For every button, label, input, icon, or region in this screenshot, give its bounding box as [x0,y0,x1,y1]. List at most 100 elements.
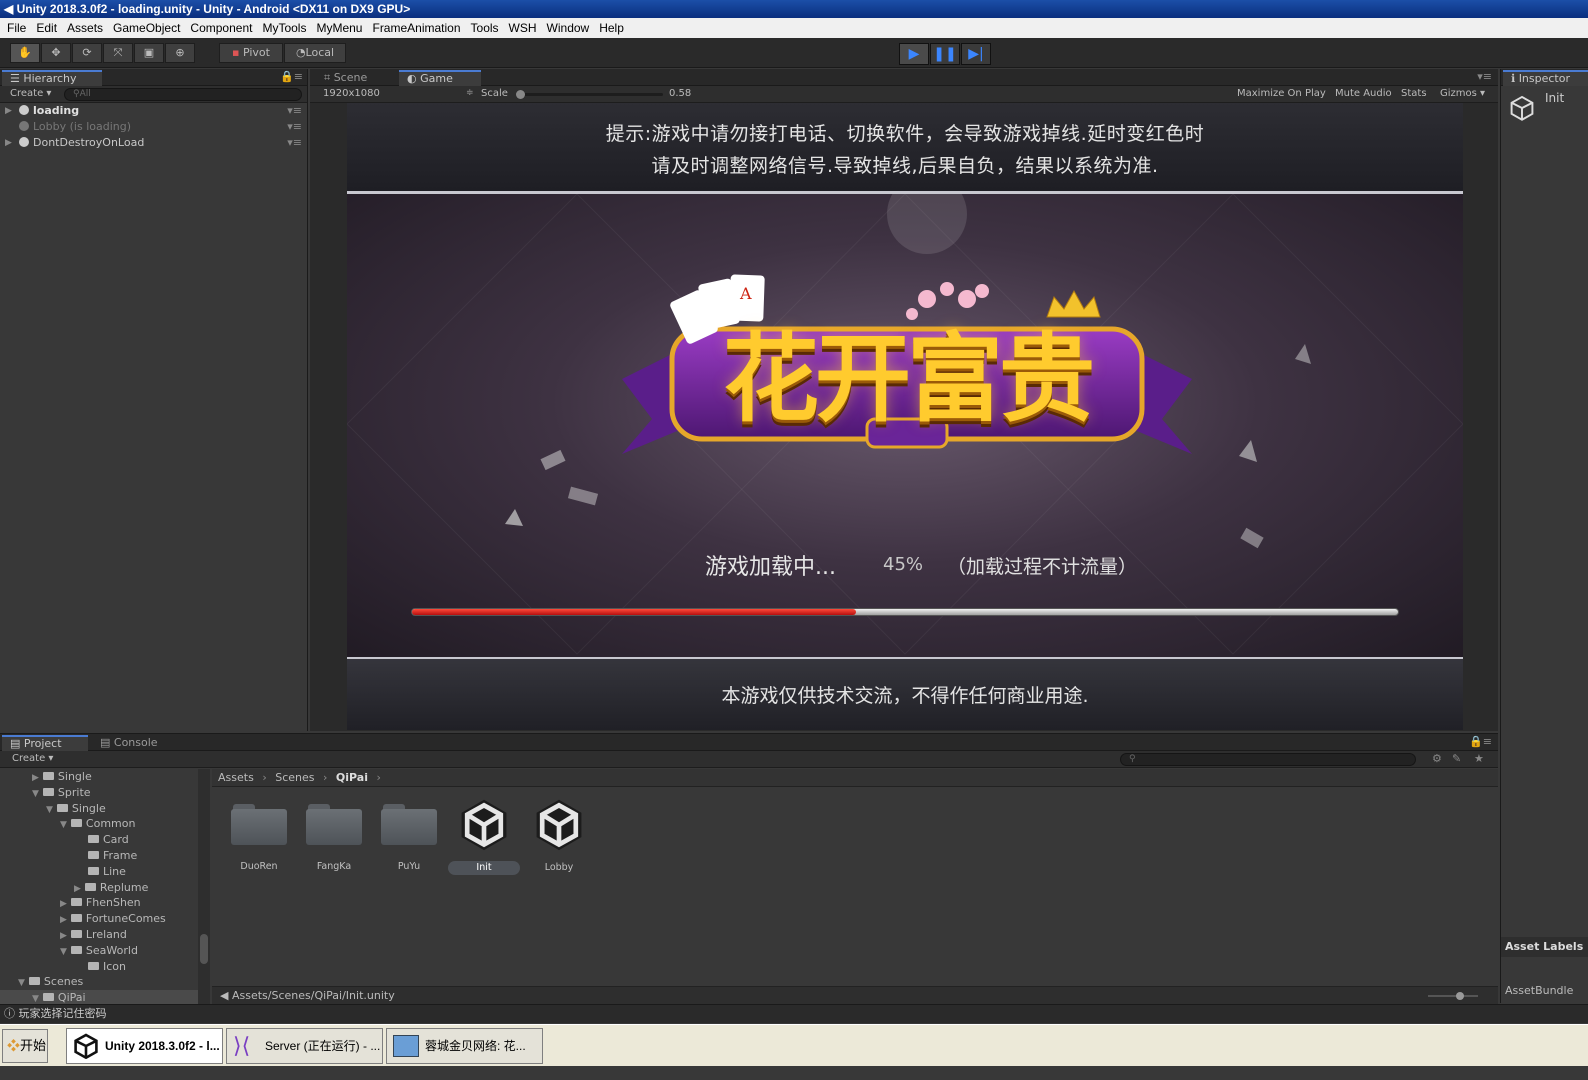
mute-audio-button[interactable]: Mute Audio [1335,88,1392,99]
tab-console[interactable]: ▤ Console [92,735,172,751]
tree-item-lreland[interactable]: ▶ Lreland [60,927,127,943]
move-tool-icon[interactable]: ✥ [41,43,71,63]
play-button[interactable]: ▶ [899,43,929,65]
tab-game[interactable]: ◐ Game [399,70,481,86]
local-toggle[interactable]: ◔Local [284,43,346,63]
tab-project[interactable]: ▤ Project [2,735,88,751]
menu-mymenu[interactable]: MyMenu [311,18,367,38]
status-bar[interactable]: ⓘ 玩家选择记住密码 [0,1004,1588,1023]
scale-slider[interactable] [516,90,663,99]
menu-window[interactable]: Window [542,18,595,38]
tree-item-card[interactable]: Card [88,832,129,848]
breadcrumb-assets[interactable]: Assets [218,771,254,784]
breadcrumb-scenes[interactable]: Scenes [275,771,314,784]
hierarchy-item-dontdestroyonload[interactable]: ▶ DontDestroyOnLoad ▾≡ [0,135,308,151]
icon-size-slider[interactable] [1428,992,1478,1000]
pause-button[interactable]: ❚❚ [930,43,960,65]
tree-item-single-2[interactable]: ▼ Single [46,801,106,817]
tree-scrollbar[interactable] [198,769,210,1004]
tree-item-seaworld[interactable]: ▼ SeaWorld [60,943,138,959]
tree-item-fortunecomes[interactable]: ▶ FortuneComes [60,911,166,927]
footer-text: 本游戏仅供技术交流，不得作任何商业用途. [721,685,1089,707]
start-button[interactable]: ❖开始 [2,1029,48,1063]
menu-frameanimation[interactable]: FrameAnimation [367,18,465,38]
menu-assets[interactable]: Assets [62,18,108,38]
loading-progress-fill [412,609,856,615]
resolution-arrow-icon[interactable]: ≑ [466,88,474,98]
menu-help[interactable]: Help [594,18,629,38]
scale-tool-icon[interactable]: ⤧ [103,43,133,63]
hierarchy-panel: ☰ Hierarchy 🔒≡ Create ▾ ⚲All ▶ loading ▾… [0,69,308,731]
menu-file[interactable]: File [2,18,31,38]
menu-mytools[interactable]: MyTools [257,18,311,38]
expand-arrow-icon[interactable]: ▶ [5,135,12,151]
hierarchy-item-lobby[interactable]: Lobby (is loading) ▾≡ [0,119,308,135]
filter-type-icon[interactable]: ⚙ [1432,752,1442,765]
hierarchy-search-input[interactable]: ⚲All [64,88,302,101]
hierarchy-item-loading[interactable]: ▶ loading ▾≡ [0,103,308,119]
panel-menu-icon[interactable]: ▾≡ [1477,70,1492,83]
tab-scene[interactable]: ⌗ Scene [316,70,394,86]
tree-item-frame[interactable]: Frame [88,848,137,864]
tab-inspector[interactable]: ℹ Inspector [1503,70,1588,86]
tree-item-scenes[interactable]: ▼ Scenes [18,974,83,990]
resolution-dropdown[interactable]: 1920x1080 [323,88,380,99]
asset-folder-duoren[interactable]: DuoRen [224,800,294,874]
maximize-on-play-button[interactable]: Maximize On Play [1237,88,1326,99]
project-header: ▤ Project ▤ Console 🔒≡ [0,734,1498,751]
loading-progress-bar [411,608,1399,616]
transform-tool-icon[interactable]: ⊕ [165,43,195,63]
gizmos-dropdown[interactable]: Gizmos ▾ [1440,88,1485,99]
scale-slider-thumb[interactable] [516,90,525,99]
expand-arrow-icon[interactable]: ▶ [5,103,12,119]
tree-item-icon[interactable]: Icon [88,959,126,975]
taskbar-item-visual-studio[interactable]: ⟩⟨ Server (正在运行) - ... [226,1028,383,1064]
panel-menu-icon[interactable]: 🔒≡ [280,70,303,83]
rect-tool-icon[interactable]: ▣ [134,43,164,63]
project-search-input[interactable]: ⚲ [1120,753,1416,766]
tree-item-replume[interactable]: ▶ Replume [74,880,148,896]
tree-scrollbar-thumb[interactable] [200,934,208,964]
panel-menu-icon[interactable]: 🔒≡ [1469,735,1492,748]
rotate-tool-icon[interactable]: ⟳ [72,43,102,63]
stats-button[interactable]: Stats [1401,88,1427,99]
menu-component[interactable]: Component [185,18,257,38]
tree-item-single[interactable]: ▶ Single [32,769,92,785]
create-dropdown[interactable]: Create ▾ [10,88,51,99]
taskbar-item-game-window[interactable]: 蓉城金贝网络: 花... [386,1028,543,1064]
scene-menu-icon[interactable]: ▾≡ [287,135,302,151]
folder-icon [88,835,99,844]
hand-tool-icon[interactable]: ✋ [10,43,40,63]
folder-icon [88,961,99,970]
filter-label-icon[interactable]: ✎ [1452,752,1461,765]
asset-scene-init[interactable]: Init [448,796,520,875]
tab-hierarchy[interactable]: ☰ Hierarchy [2,70,102,86]
loading-text: 游戏加载中... [705,555,836,580]
menu-edit[interactable]: Edit [31,18,62,38]
asset-scene-lobby[interactable]: Lobby [524,796,594,875]
tree-item-fhenshen[interactable]: ▶ FhenShen [60,895,141,911]
favorite-star-icon[interactable]: ★ [1474,752,1484,765]
project-create-dropdown[interactable]: Create ▾ [12,753,53,764]
breadcrumb-qipai[interactable]: QiPai [336,771,368,784]
taskbar-item-unity[interactable]: Unity 2018.3.0f2 - l... [66,1028,223,1064]
menu-tools[interactable]: Tools [466,18,504,38]
hierarchy-header: ☰ Hierarchy 🔒≡ [0,69,307,86]
asset-folder-puyu[interactable]: PuYu [374,800,444,874]
breadcrumb-chevron-icon: › [262,771,267,784]
unity-title-icon: ◀ [4,2,14,16]
asset-labels-header[interactable]: Asset Labels [1501,937,1588,957]
step-button[interactable]: ▶| [961,43,991,65]
menu-wsh[interactable]: WSH [504,18,542,38]
tree-item-common[interactable]: ▼ Common [60,816,135,832]
tree-item-line[interactable]: Line [88,864,126,880]
tree-item-qipai[interactable]: ▼ QiPai [0,990,198,1004]
pivot-toggle[interactable]: ▪ Pivot [219,43,283,63]
game-viewport[interactable]: 提示:游戏中请勿接打电话、切换软件，会导致游戏掉线.延时变红色时 请及时调整网络… [347,103,1463,730]
asset-folder-fangka[interactable]: FangKa [299,800,369,874]
menu-gameobject[interactable]: GameObject [108,18,185,38]
tree-item-sprite[interactable]: ▼ Sprite [32,785,91,801]
scene-menu-icon[interactable]: ▾≡ [287,103,302,119]
scene-menu-icon[interactable]: ▾≡ [287,119,302,135]
folder-icon [70,898,82,907]
